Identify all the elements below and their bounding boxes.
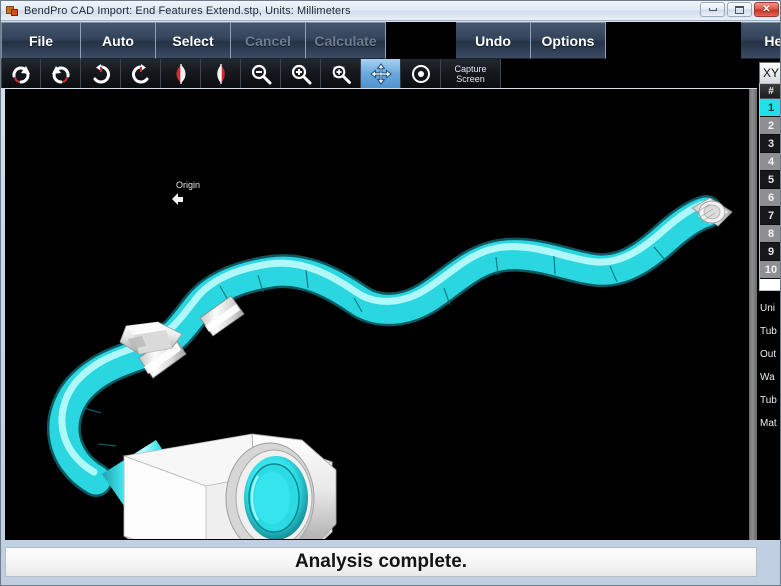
panel-field-labels: Uni Tub Out Wa Tub Mat (757, 297, 780, 435)
toolbar-button-rotate-right[interactable] (1, 59, 41, 88)
menu-item-label: Undo (475, 32, 511, 49)
capture-screen-label-line1: Capture (454, 63, 487, 74)
menu-item-undo[interactable]: Undo (456, 22, 531, 59)
close-button[interactable]: ✕ (754, 2, 779, 17)
grid-row-4[interactable]: 4 (760, 153, 780, 171)
grid-row-3[interactable]: 3 (760, 135, 780, 153)
minimize-icon (708, 8, 717, 11)
grid-row-1[interactable]: 1 (760, 99, 780, 117)
center-dot-icon (411, 64, 430, 83)
menu-item-label: File (28, 32, 54, 49)
menu-item-auto[interactable]: Auto (81, 22, 156, 59)
grid-row-5[interactable]: 5 (760, 171, 780, 189)
toolbar-button-rotate-cw-vertical[interactable] (121, 59, 161, 88)
toolbar: Capture Screen (1, 59, 780, 88)
toolbar-button-flip-vertical[interactable] (201, 59, 241, 88)
grid-row-number: 4 (767, 155, 775, 168)
right-side-panel: XY # 1 2 3 4 5 6 7 8 9 10 Uni Tub Out Wa Tub Mat (757, 59, 780, 540)
grid-row-6[interactable]: 6 (760, 189, 780, 207)
grid-column-header-number: # (760, 84, 780, 99)
grid-row-number: 1 (767, 101, 775, 114)
toolbar-button-center-dot[interactable] (401, 59, 441, 88)
toolbar-button-flip-horizontal[interactable] (161, 59, 201, 88)
origin-label: Origin (176, 180, 201, 190)
panel-label-1: Tub (760, 326, 777, 337)
toolbar-button-zoom-in[interactable] (281, 59, 321, 88)
zoom-fit-icon (332, 65, 351, 84)
window-controls: ✕ (700, 2, 779, 17)
grid-row-number: 7 (767, 209, 775, 222)
coordinate-grid[interactable]: # 1 2 3 4 5 6 7 8 9 10 (759, 83, 780, 291)
grid-row-8[interactable]: 8 (760, 225, 780, 243)
capture-screen-button[interactable]: Capture Screen (441, 59, 501, 88)
toolbar-button-zoom-out[interactable] (241, 59, 281, 88)
model-viewport[interactable]: Origin Z X (5, 89, 749, 540)
model-3d-render (6, 90, 748, 539)
grid-row-7[interactable]: 7 (760, 207, 780, 225)
tab-xy[interactable]: XY (759, 62, 780, 83)
grid-row-number: 2 (767, 119, 775, 132)
panel-label-2: Out (760, 349, 777, 360)
menu-item-select[interactable]: Select (156, 22, 231, 59)
app-icon (6, 4, 19, 17)
grid-row-number: 9 (767, 245, 775, 258)
menu-item-label: Options (541, 32, 595, 49)
rotate-left-icon (51, 65, 70, 83)
status-bar: Analysis complete. (5, 547, 757, 577)
grid-row-number: 10 (764, 263, 778, 276)
pan-move-icon (369, 62, 392, 85)
grid-row-number: 3 (767, 137, 775, 150)
grid-row-2[interactable]: 2 (760, 117, 780, 135)
toolbar-button-pan-move[interactable] (361, 59, 401, 88)
flip-horizontal-icon (176, 63, 185, 84)
menu-item-label: Cancel (245, 32, 291, 49)
grid-row-10[interactable]: 10 (760, 261, 780, 279)
menu-bar: File Auto Select Cancel Calculate Undo Options… (1, 22, 781, 59)
grid-row-9[interactable]: 9 (760, 243, 780, 261)
capture-screen-label-line2: Screen (456, 73, 485, 84)
toolbar-button-rotate-left[interactable] (41, 59, 81, 88)
menu-item-file[interactable]: File (1, 22, 81, 59)
viewport-vertical-scrollbar[interactable] (749, 89, 757, 540)
panel-label-4: Tub (760, 395, 777, 406)
title-bar: BendPro CAD Import: End Features Extend.… (1, 1, 780, 21)
application-window: BendPro CAD Import: End Features Extend.… (0, 0, 781, 586)
toolbar-button-rotate-ccw-vertical[interactable] (81, 59, 121, 88)
close-icon: ✕ (762, 3, 771, 15)
rotate-right-icon (12, 65, 30, 83)
panel-label-5: Mat (760, 418, 777, 429)
grid-row-number: 6 (767, 191, 775, 204)
flip-vertical-icon (216, 63, 225, 84)
toolbar-filler (501, 59, 780, 88)
toolbar-button-zoom-fit[interactable] (321, 59, 361, 88)
menu-item-label: Select (172, 32, 214, 49)
menu-gap (386, 22, 456, 59)
menu-gap (606, 22, 741, 59)
window-title: BendPro CAD Import: End Features Extend.… (24, 4, 351, 17)
menu-item-label: Auto (102, 32, 134, 49)
grid-row-number: 5 (767, 173, 775, 186)
maximize-button[interactable] (727, 2, 752, 17)
menu-item-label: Calculate (314, 32, 377, 49)
minimize-button[interactable] (700, 2, 725, 17)
zoom-out-icon (251, 64, 271, 84)
menu-item-cancel: Cancel (231, 22, 306, 59)
maximize-icon (735, 5, 744, 14)
menu-item-help[interactable]: Help (741, 22, 781, 59)
zoom-in-icon (291, 64, 311, 84)
panel-label-0: Uni (760, 303, 776, 314)
panel-label-3: Wa (760, 372, 775, 383)
rotate-cw-vertical-icon (131, 63, 148, 83)
menu-item-options[interactable]: Options (531, 22, 606, 59)
status-message: Analysis complete. (294, 551, 468, 572)
menu-item-calculate: Calculate (306, 22, 386, 59)
menu-item-label: Help (764, 32, 781, 49)
rotate-ccw-vertical-icon (93, 63, 110, 83)
grid-row-number: 8 (767, 227, 775, 240)
